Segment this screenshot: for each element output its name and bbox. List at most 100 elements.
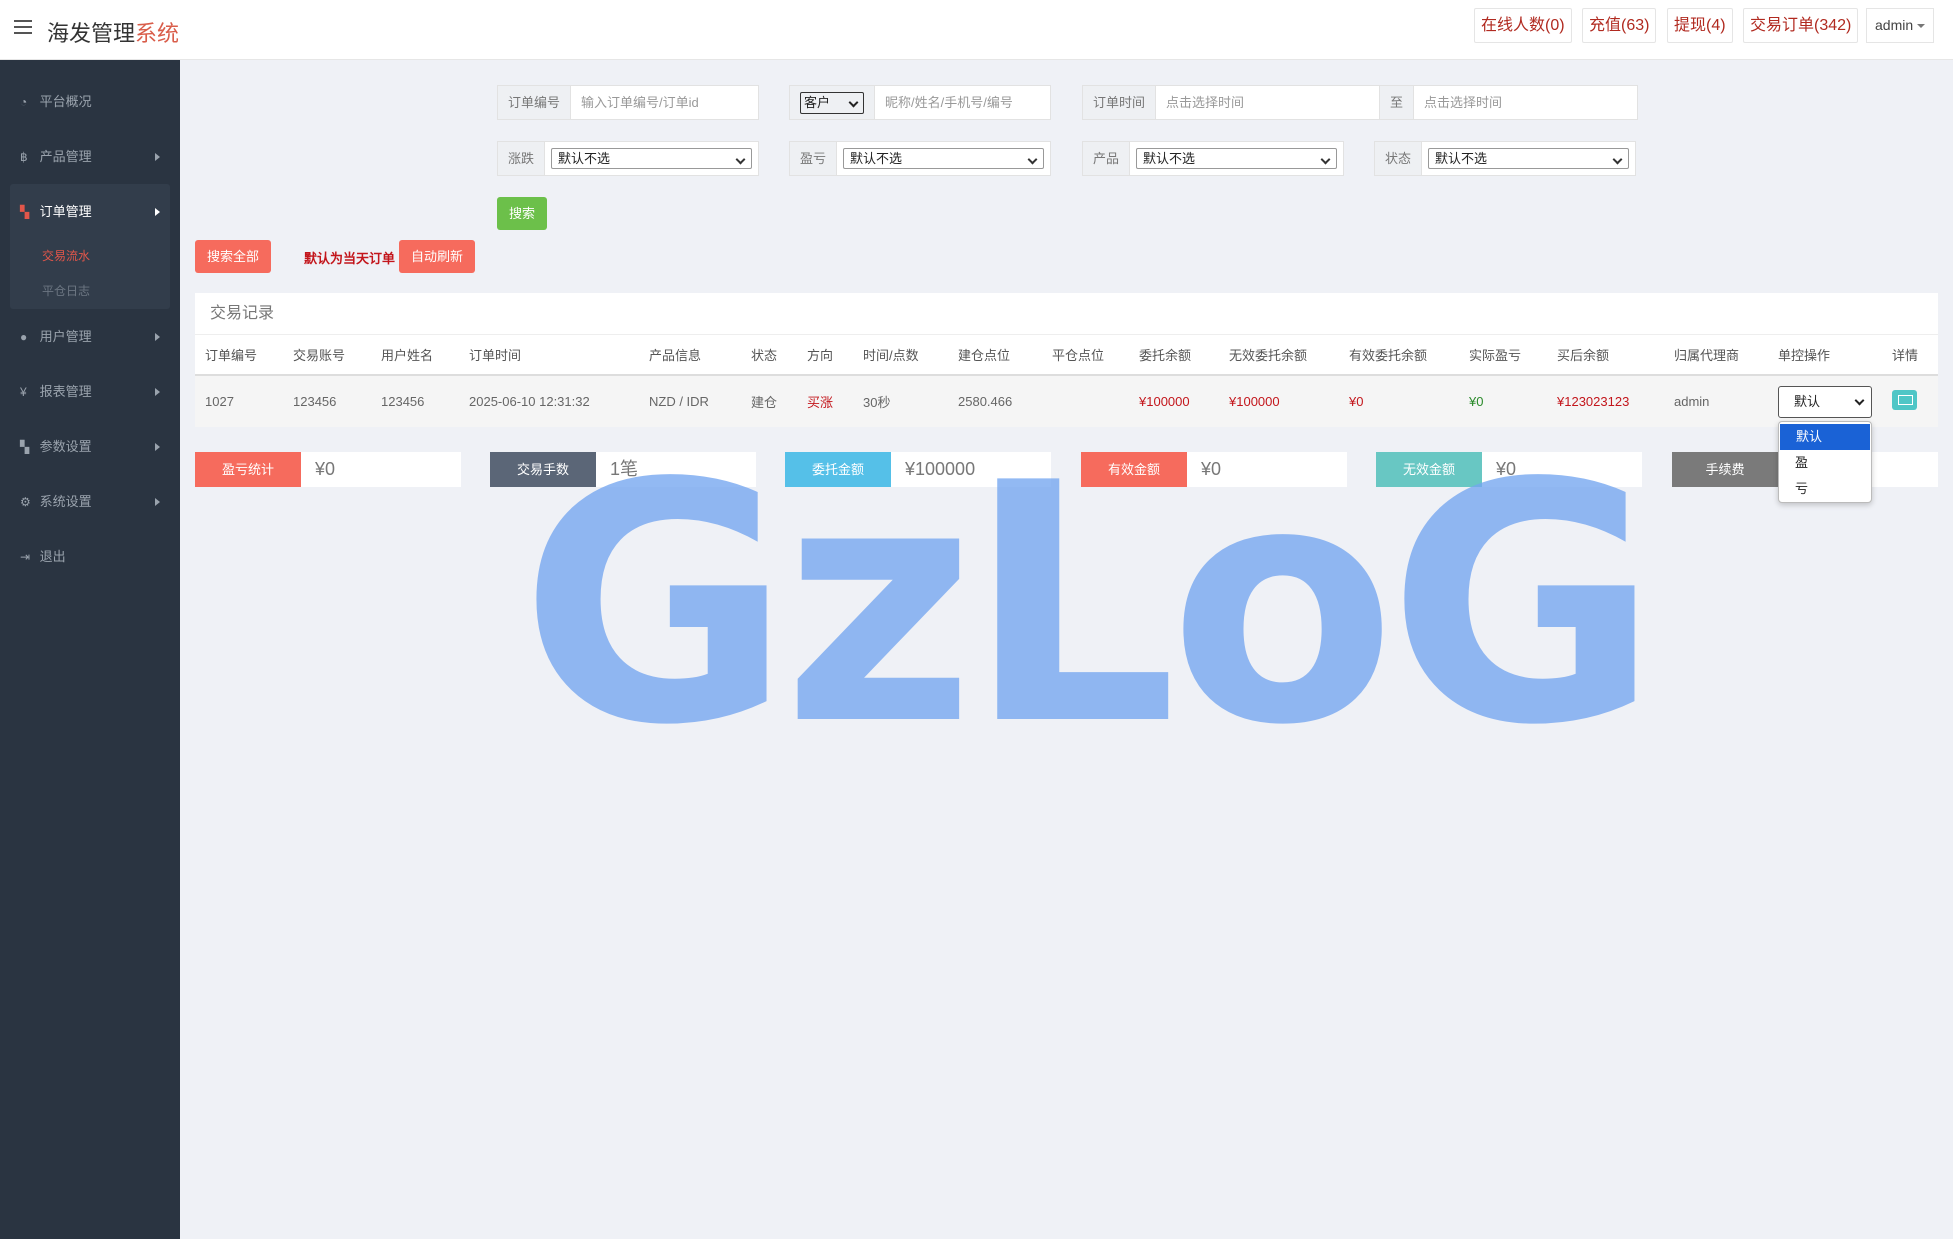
status-select[interactable]: 默认不选 bbox=[1428, 148, 1629, 169]
customer-search-input[interactable]: 昵称/姓名/手机号/编号 bbox=[875, 86, 1050, 119]
stat-profit: 盈亏统计 ¥0 bbox=[195, 452, 461, 487]
cell-time: 2025-06-10 12:31:32 bbox=[459, 375, 639, 427]
sidebar-item-orders[interactable]: ▚ 订单管理 bbox=[10, 184, 170, 239]
stat-label: 盈亏统计 bbox=[195, 452, 301, 487]
brand-accent: 系统 bbox=[135, 21, 180, 46]
col-header: 产品信息 bbox=[639, 335, 741, 376]
menu-icon[interactable] bbox=[14, 20, 32, 36]
stat-value: ¥0 bbox=[1201, 459, 1222, 479]
col-header: 详情 bbox=[1882, 335, 1938, 376]
control-select[interactable]: 默认 bbox=[1778, 385, 1872, 418]
stat-label: 有效金额 bbox=[1081, 452, 1187, 487]
withdraw-button[interactable]: 提现(4) bbox=[1667, 8, 1733, 43]
col-header: 交易账号 bbox=[283, 335, 371, 376]
order-no-label: 订单编号 bbox=[498, 86, 572, 119]
cell-close-price bbox=[1042, 375, 1129, 427]
rise-fall-select[interactable]: 默认不选 bbox=[551, 148, 752, 169]
gears-icon: ⚙ bbox=[20, 495, 31, 509]
table-header-row: 订单编号 交易账号 用户姓名 订单时间 产品信息 状态 方向 时间/点数 建仓点… bbox=[195, 335, 1938, 376]
col-header: 实际盈亏 bbox=[1459, 335, 1547, 376]
customer-type-select[interactable]: 客户 bbox=[800, 92, 864, 114]
stat-value: 1笔 bbox=[610, 459, 639, 479]
yen-icon: ¥ bbox=[20, 385, 27, 399]
order-time-label: 订单时间 bbox=[1083, 86, 1157, 119]
online-users-button[interactable]: 在线人数(0) bbox=[1474, 8, 1572, 43]
product-label: 产品 bbox=[1083, 142, 1131, 175]
sidebar-item-reports[interactable]: ¥ 报表管理 bbox=[0, 364, 180, 419]
watermark: GzLoG bbox=[520, 413, 1659, 797]
recharge-button[interactable]: 充值(63) bbox=[1582, 8, 1657, 43]
sidebar-item-label: 报表管理 bbox=[39, 384, 92, 399]
panel-title: 交易记录 bbox=[195, 293, 1938, 335]
table-row: 1027 123456 123456 2025-06-10 12:31:32 N… bbox=[195, 375, 1938, 427]
orders-icon: ▚ bbox=[20, 205, 30, 219]
sidebar-item-system[interactable]: ⚙ 系统设置 bbox=[0, 474, 180, 529]
rise-fall-filter: 涨跌 默认不选 bbox=[497, 141, 759, 176]
admin-menu[interactable]: admin bbox=[1866, 8, 1935, 43]
sidebar-item-products[interactable]: ฿ 产品管理 bbox=[0, 129, 180, 184]
cell-entrust: ¥100000 bbox=[1129, 375, 1219, 427]
product-filter: 产品 默认不选 bbox=[1082, 141, 1344, 176]
auto-refresh-button[interactable]: 自动刷新 bbox=[399, 240, 476, 273]
cell-open-price: 2580.466 bbox=[948, 375, 1042, 427]
search-all-button[interactable]: 搜索全部 bbox=[195, 240, 272, 273]
stat-value: ¥0 bbox=[1496, 459, 1517, 479]
cell-order-no: 1027 bbox=[195, 375, 283, 427]
cell-duration: 30秒 bbox=[853, 375, 948, 427]
caret-down-icon bbox=[1917, 24, 1926, 29]
sidebar-item-label: 用户管理 bbox=[39, 329, 92, 344]
sidebar: ◔ 平台概况 ฿ 产品管理 ▚ 订单管理 交易流水 平仓日志 ● 用户管理 ¥ … bbox=[0, 60, 180, 1239]
dropdown-option-default[interactable]: 默认 bbox=[1780, 424, 1870, 450]
stat-lots: 交易手数 1笔 bbox=[490, 452, 756, 487]
main-content: 订单编号 输入订单编号/订单id 客户 昵称/姓名/手机号/编号 订单时间 点击… bbox=[180, 60, 1953, 1239]
sidebar-item-label: 产品管理 bbox=[39, 149, 92, 164]
stat-value: ¥0 bbox=[315, 459, 336, 479]
sidebar-item-label: 系统设置 bbox=[39, 494, 92, 509]
customer-select-wrap: 客户 bbox=[790, 86, 875, 119]
profit-filter: 盈亏 默认不选 bbox=[789, 141, 1051, 176]
sidebar-item-label: 订单管理 bbox=[39, 204, 92, 219]
sidebar-item-label: 参数设置 bbox=[39, 439, 92, 454]
cell-account: 123456 bbox=[283, 375, 371, 427]
chevron-right-icon bbox=[155, 388, 160, 396]
col-header: 买后余额 bbox=[1547, 335, 1664, 376]
order-no-input[interactable]: 输入订单编号/订单id bbox=[571, 86, 758, 119]
stat-label: 委托金额 bbox=[785, 452, 891, 487]
sidebar-item-overview[interactable]: ◔ 平台概况 bbox=[0, 74, 180, 129]
sidebar-group-orders: ▚ 订单管理 交易流水 平仓日志 bbox=[10, 184, 170, 309]
status-filter: 状态 默认不选 bbox=[1374, 141, 1636, 176]
bitcoin-icon: ฿ bbox=[20, 150, 28, 164]
time-to-label: 至 bbox=[1379, 86, 1415, 119]
order-no-filter: 订单编号 输入订单编号/订单id bbox=[497, 85, 759, 120]
search-button[interactable]: 搜索 bbox=[497, 197, 548, 230]
sidebar-subitem-trade-flow[interactable]: 交易流水 bbox=[10, 239, 170, 274]
col-header: 建仓点位 bbox=[948, 335, 1042, 376]
trade-orders-button[interactable]: 交易订单(342) bbox=[1743, 8, 1859, 43]
stat-label: 交易手数 bbox=[490, 452, 596, 487]
sidebar-item-params[interactable]: ▚ 参数设置 bbox=[0, 419, 180, 474]
chevron-right-icon bbox=[155, 208, 160, 216]
default-today-note: 默认为当天订单 bbox=[304, 251, 396, 266]
cell-direction: 买涨 bbox=[797, 375, 853, 427]
trade-records-panel: 交易记录 订单编号 交易账号 用户姓名 订单时间 产品信息 状态 方向 时间/点… bbox=[195, 293, 1938, 427]
user-icon: ● bbox=[20, 330, 28, 344]
cell-valid-entrust: ¥0 bbox=[1339, 375, 1459, 427]
chevron-right-icon bbox=[155, 498, 160, 506]
col-header: 状态 bbox=[741, 335, 797, 376]
dropdown-option-win[interactable]: 盈 bbox=[1779, 450, 1871, 476]
time-start-input[interactable]: 点击选择时间 bbox=[1156, 86, 1379, 119]
dropdown-option-lose[interactable]: 亏 bbox=[1779, 476, 1871, 502]
col-header: 平仓点位 bbox=[1042, 335, 1129, 376]
sidebar-item-logout[interactable]: ⇥ 退出 bbox=[0, 529, 180, 584]
sidebar-subitem-close-log[interactable]: 平仓日志 bbox=[10, 274, 170, 309]
profit-select[interactable]: 默认不选 bbox=[843, 148, 1044, 169]
product-select[interactable]: 默认不选 bbox=[1136, 148, 1337, 169]
col-header: 单控操作 bbox=[1768, 335, 1882, 376]
chevron-right-icon bbox=[155, 153, 160, 161]
dashboard-icon: ◔ bbox=[20, 95, 28, 109]
time-end-input[interactable]: 点击选择时间 bbox=[1414, 86, 1637, 119]
col-header: 用户姓名 bbox=[371, 335, 459, 376]
detail-card-icon[interactable] bbox=[1892, 390, 1917, 410]
sidebar-item-users[interactable]: ● 用户管理 bbox=[0, 309, 180, 364]
col-header: 无效委托余额 bbox=[1219, 335, 1339, 376]
